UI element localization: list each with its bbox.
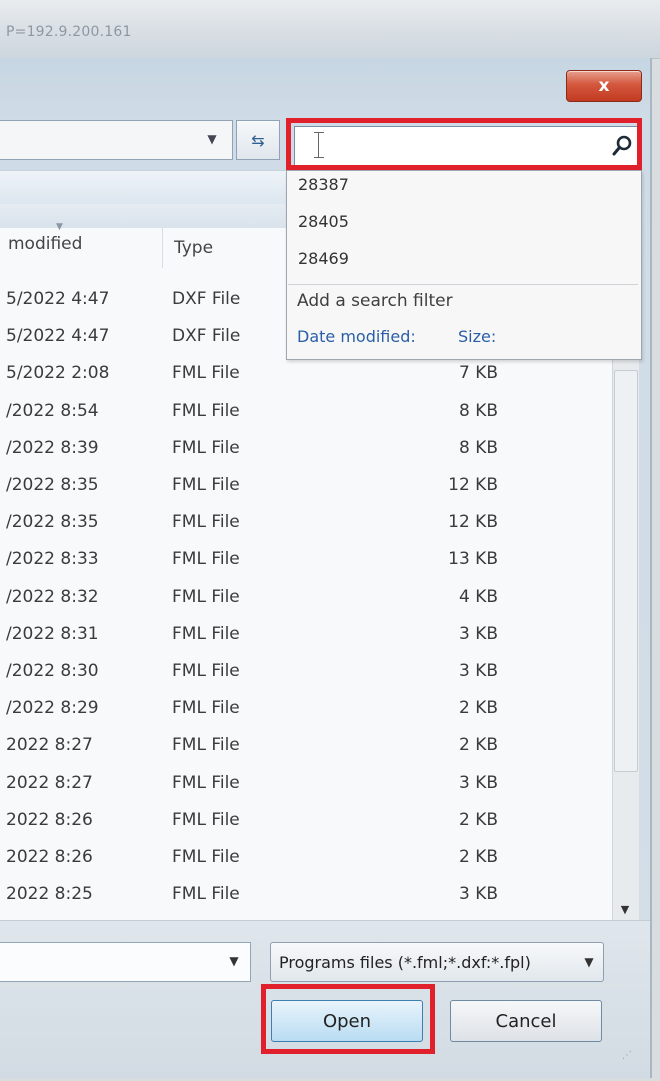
file-date-cell: /2022 8:35 — [6, 475, 99, 495]
file-type-cell: FML File — [172, 363, 240, 384]
search-highlight-box — [286, 118, 642, 170]
table-row[interactable]: 2022 8:27 FML File 3 KB — [0, 765, 612, 802]
file-size-cell: 2 KB — [458, 809, 498, 830]
table-row[interactable]: /2022 8:54 FML File 8 KB — [0, 393, 612, 430]
table-row[interactable]: 2022 8:26 FML File 2 KB — [0, 839, 612, 876]
file-type-cell: FML File — [172, 549, 240, 570]
file-date-cell: 2022 8:27 — [6, 735, 93, 756]
table-row[interactable]: /2022 8:32 FML File 4 KB — [0, 579, 612, 616]
file-date-cell: 2022 8:26 — [6, 847, 93, 867]
file-type-cell: FML File — [172, 735, 240, 756]
file-date-cell: /2022 8:54 — [6, 400, 99, 421]
file-date-cell: 2022 8:26 — [6, 809, 93, 830]
file-date-cell: 5/2022 4:47 — [6, 289, 110, 309]
command-bar — [0, 170, 290, 205]
table-row[interactable]: /2022 8:30 FML File 3 KB — [0, 653, 612, 690]
file-date-cell: 5/2022 2:08 — [6, 363, 110, 384]
chevron-down-icon: ▼ — [584, 955, 594, 969]
file-size-cell: 2 KB — [458, 698, 498, 719]
file-type-cell: FML File — [172, 437, 240, 458]
chevron-down-icon: ▼ — [620, 902, 630, 916]
resize-grip-icon[interactable]: ⋰ — [622, 1050, 642, 1070]
suggestion-item[interactable]: 28469 — [298, 249, 349, 268]
file-size-cell: 12 KB — [448, 475, 498, 495]
column-header-date-modified[interactable]: modified — [8, 234, 82, 254]
table-row[interactable]: /2022 8:35 FML File 12 KB — [0, 467, 612, 504]
file-date-cell: /2022 8:33 — [6, 549, 99, 570]
file-type-cell: DXF File — [172, 326, 241, 347]
address-history-button[interactable]: ▼ — [198, 128, 226, 150]
file-type-select[interactable]: Programs files (*.fml;*.dxf:*.fpl) — [270, 942, 604, 982]
chevron-down-icon: ▼ — [207, 132, 217, 146]
file-size-cell: 3 KB — [458, 623, 498, 644]
file-type-cell: FML File — [172, 847, 240, 867]
close-button[interactable]: x — [566, 70, 642, 102]
file-type-value: Programs files (*.fml;*.dxf:*.fpl) — [279, 952, 531, 972]
chevron-down-icon: ▼ — [229, 954, 239, 968]
column-header-type[interactable]: Type — [174, 238, 213, 258]
file-size-cell: 8 KB — [458, 437, 498, 458]
refresh-button[interactable]: ⇆ — [236, 120, 280, 160]
scrollbar-thumb[interactable] — [614, 370, 638, 772]
file-date-cell: 2022 8:27 — [6, 772, 93, 793]
file-name-field[interactable] — [0, 942, 251, 982]
file-date-cell: /2022 8:35 — [6, 512, 99, 533]
table-row[interactable]: /2022 8:33 FML File 13 KB — [0, 541, 612, 578]
window-title: P=192.9.200.161 — [6, 24, 132, 40]
file-type-cell: FML File — [172, 400, 240, 421]
file-date-cell: /2022 8:30 — [6, 661, 99, 681]
file-size-cell: 4 KB — [458, 586, 498, 607]
table-row[interactable]: /2022 8:29 FML File 2 KB — [0, 690, 612, 727]
file-type-cell: FML File — [172, 772, 240, 793]
file-type-cell: FML File — [172, 698, 240, 719]
table-row[interactable]: /2022 8:39 FML File 8 KB — [0, 430, 612, 467]
column-divider — [162, 228, 163, 268]
file-size-cell: 3 KB — [458, 661, 498, 681]
file-size-cell: 3 KB — [458, 884, 498, 905]
dropdown-divider — [288, 284, 638, 285]
file-type-cell: FML File — [172, 884, 240, 905]
file-type-cell: FML File — [172, 623, 240, 644]
table-row[interactable]: 2022 8:26 FML File 2 KB — [0, 802, 612, 839]
suggestion-item[interactable]: 28405 — [298, 212, 349, 231]
file-type-cell: DXF File — [172, 289, 241, 309]
file-size-cell: 12 KB — [448, 512, 498, 533]
refresh-icon: ⇆ — [251, 130, 265, 150]
file-size-cell: 2 KB — [458, 847, 498, 867]
cancel-button[interactable]: Cancel — [450, 1000, 602, 1042]
file-type-cell: FML File — [172, 512, 240, 533]
file-date-cell: /2022 8:31 — [6, 623, 99, 644]
file-type-cell: FML File — [172, 661, 240, 681]
suggestion-item[interactable]: 28387 — [298, 175, 349, 194]
open-highlight-box — [261, 984, 435, 1054]
file-type-cell: FML File — [172, 809, 240, 830]
table-row[interactable]: /2022 8:31 FML File 3 KB — [0, 616, 612, 653]
file-date-cell: /2022 8:29 — [6, 698, 99, 719]
file-type-dropdown-button[interactable]: ▼ — [578, 952, 600, 972]
file-type-cell: FML File — [172, 475, 240, 495]
file-date-cell: 5/2022 4:47 — [6, 326, 110, 347]
file-size-cell: 3 KB — [458, 772, 498, 793]
file-size-cell: 2 KB — [458, 735, 498, 756]
file-size-cell: 7 KB — [458, 363, 498, 384]
file-type-cell: FML File — [172, 586, 240, 607]
file-date-cell: 2022 8:25 — [6, 884, 93, 905]
close-icon: x — [598, 76, 610, 96]
table-row[interactable]: /2022 8:35 FML File 12 KB — [0, 504, 612, 541]
scroll-down-button[interactable]: ▼ — [612, 898, 638, 920]
file-date-cell: /2022 8:39 — [6, 437, 99, 458]
filter-date-modified-link[interactable]: Date modified: — [297, 327, 416, 346]
file-size-cell: 13 KB — [448, 549, 498, 570]
sort-indicator-icon: ▼ — [56, 222, 63, 232]
file-size-cell: 8 KB — [458, 400, 498, 421]
table-row[interactable]: 2022 8:25 FML File 3 KB — [0, 876, 612, 913]
file-name-dropdown-button[interactable]: ▼ — [222, 950, 246, 972]
table-row[interactable]: 5/2022 2:08 FML File 7 KB — [0, 355, 612, 392]
file-date-cell: /2022 8:32 — [6, 586, 99, 607]
add-search-filter-label: Add a search filter — [297, 291, 453, 311]
table-row[interactable]: 2022 8:27 FML File 2 KB — [0, 727, 612, 764]
filter-size-link[interactable]: Size: — [458, 327, 496, 346]
